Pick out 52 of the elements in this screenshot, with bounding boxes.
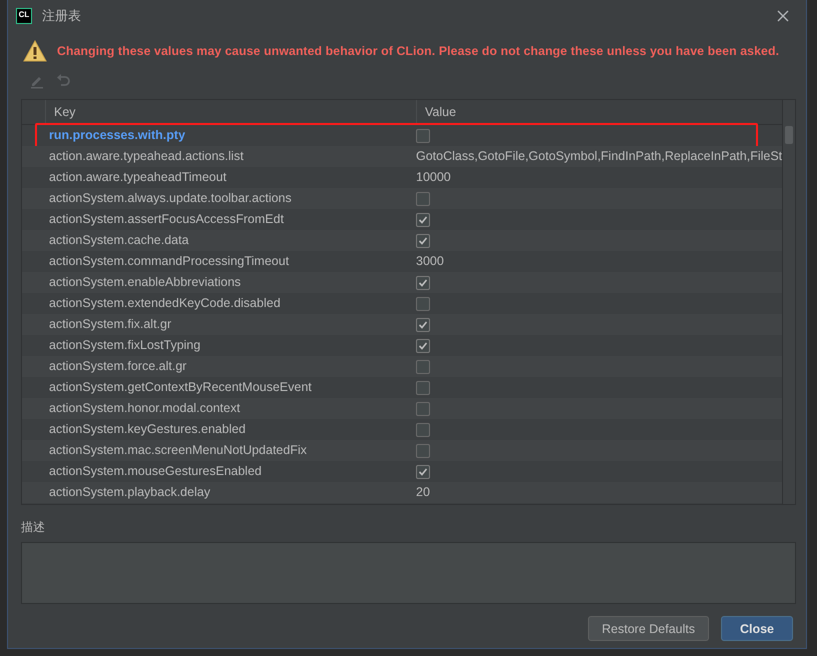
checkbox[interactable] [416, 338, 430, 352]
checkbox[interactable] [416, 422, 430, 436]
scrollbar-thumb[interactable] [785, 126, 793, 144]
registry-key: actionSystem.enableAbbreviations [45, 272, 412, 293]
checkbox[interactable] [416, 276, 430, 290]
checkbox[interactable] [416, 318, 430, 332]
window-title: 注册表 [42, 6, 81, 24]
check-icon [418, 236, 428, 246]
check-icon [418, 466, 428, 476]
description-label: 描述 [20, 519, 46, 536]
registry-key: actionSystem.commandProcessingTimeout [45, 251, 412, 272]
registry-key: actionSystem.extendedKeyCode.disabled [45, 293, 412, 314]
registry-key: action.aware.typeahead.actions.list [45, 146, 412, 167]
checkbox[interactable] [416, 212, 430, 226]
check-icon [418, 320, 428, 330]
registry-key: actionSystem.fix.alt.gr [45, 314, 412, 335]
checkbox[interactable] [416, 234, 430, 248]
registry-key: run.processes.with.pty [45, 125, 412, 146]
registry-value: 20 [416, 484, 430, 501]
registry-key: actionSystem.assertFocusAccessFromEdt [45, 209, 412, 230]
registry-value: 10000 [416, 169, 451, 186]
checkbox[interactable] [416, 128, 430, 142]
registry-value: GotoClass,GotoFile,GotoSymbol,FindInPath,ReplaceInPath,FileSt [416, 148, 782, 165]
warning-icon [23, 40, 47, 62]
checkbox[interactable] [416, 360, 430, 374]
registry-key: action.aware.typeaheadTimeout [45, 167, 412, 188]
registry-key: actionSystem.keyGestures.enabled [45, 419, 412, 440]
registry-key: actionSystem.honor.modal.context [45, 398, 412, 419]
checkbox[interactable] [416, 444, 430, 458]
warning-message: Changing these values may cause unwanted behavior of CLion. Please do not change these unless you have been asked. [57, 44, 780, 58]
registry-value: 3000 [416, 253, 444, 270]
registry-key: actionSystem.getContextByRecentMouseEvent [45, 377, 412, 398]
registry-key: actionSystem.mac.screenMenuNotUpdatedFix [45, 440, 412, 461]
registry-key: actionSystem.playback.delay [45, 482, 412, 503]
close-icon[interactable] [777, 10, 789, 22]
registry-key: actionSystem.force.alt.gr [45, 356, 412, 377]
close-button[interactable]: Close [721, 616, 793, 641]
column-header[interactable]: Key [46, 100, 416, 124]
restore-defaults-button[interactable]: Restore Defaults [588, 616, 709, 641]
registry-key: actionSystem.mouseGesturesEnabled [45, 461, 412, 482]
registry-key: actionSystem.fixLostTyping [45, 335, 412, 356]
checkbox[interactable] [416, 464, 430, 478]
checkbox[interactable] [416, 380, 430, 394]
registry-key: actionSystem.always.update.toolbar.actions [45, 188, 412, 209]
registry-key: actionSystem.cache.data [45, 230, 412, 251]
checkbox[interactable] [416, 296, 430, 310]
checkbox[interactable] [416, 192, 430, 206]
check-icon [418, 278, 428, 288]
checkbox[interactable] [416, 402, 430, 416]
check-icon [418, 214, 428, 224]
check-icon [418, 340, 428, 350]
app-logo: CL [16, 8, 32, 24]
